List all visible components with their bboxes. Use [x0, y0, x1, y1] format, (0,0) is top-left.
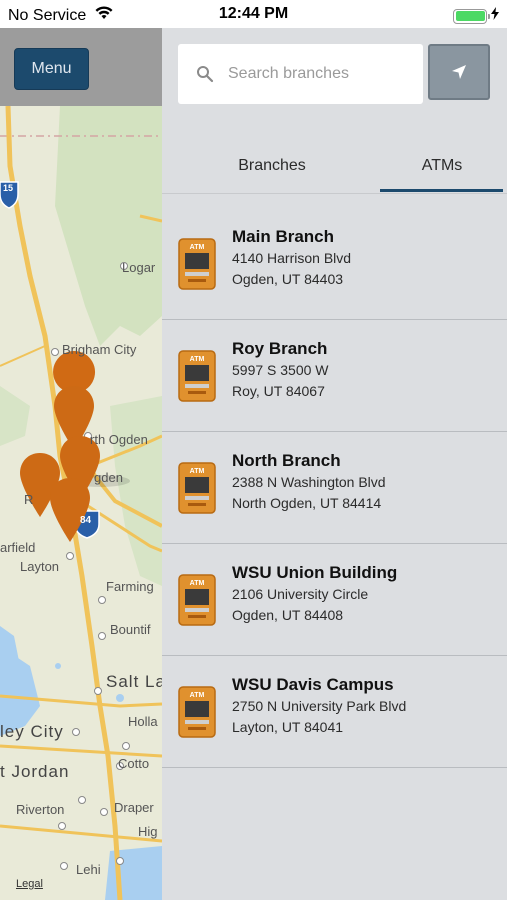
location-city: Ogden, UT 84408 [232, 607, 344, 623]
legal-link[interactable]: Legal [16, 878, 43, 890]
svg-text:ATM: ATM [190, 468, 205, 475]
highway-label: 84 [80, 515, 92, 526]
location-street: 2750 N University Park Blvd [232, 698, 407, 714]
location-arrow-icon [452, 65, 466, 79]
list-item-text: WSU Union Building 2106 University Circl… [232, 562, 397, 626]
map-label: Riverton [16, 802, 65, 817]
list-item[interactable]: ATM Roy Branch 5997 S 3500 W Roy, UT 840… [162, 320, 507, 432]
search-input[interactable] [228, 65, 418, 83]
location-street: 2388 N Washington Blvd [232, 474, 386, 490]
map-label: rth Ogden [90, 432, 148, 447]
list-item-text: North Branch 2388 N Washington Blvd Nort… [232, 450, 386, 514]
map-top-overlay: Menu [0, 28, 162, 106]
list-item-text: Roy Branch 5997 S 3500 W Roy, UT 84067 [232, 338, 329, 402]
map-label: R [24, 492, 34, 507]
map-label: Bountif [110, 622, 151, 637]
location-panel: Branches ATMs ATM Main Branch 4140 Harri… [162, 28, 507, 900]
map-label: Hig [138, 824, 158, 839]
location-street: 4140 Harrison Blvd [232, 250, 352, 266]
menu-button[interactable]: Menu [14, 48, 89, 90]
locate-button[interactable] [428, 44, 490, 100]
list-item[interactable]: ATM WSU Union Building 2106 University C… [162, 544, 507, 656]
status-right [453, 7, 499, 25]
list-item-text: Main Branch 4140 Harrison Blvd Ogden, UT… [232, 226, 351, 290]
location-city: Ogden, UT 84403 [232, 271, 344, 287]
location-name: Roy Branch [232, 339, 328, 358]
map-label: Lehi [76, 862, 101, 877]
map-label: Cotto [118, 756, 150, 771]
map-pin[interactable] [48, 476, 92, 544]
clock: 12:44 PM [218, 5, 289, 22]
map-label: Farming [106, 579, 154, 594]
active-tab-indicator [380, 189, 503, 192]
tab-atms[interactable]: ATMs [382, 138, 502, 194]
status-bar: No Service 12:44 PM [0, 0, 507, 28]
svg-text:ATM: ATM [190, 244, 205, 251]
location-city: North Ogden, UT 84414 [232, 495, 382, 511]
map-label: arfield [0, 540, 36, 555]
location-name: Main Branch [232, 227, 335, 246]
map-label: ley City [0, 722, 64, 741]
svg-text:ATM: ATM [190, 356, 205, 363]
list-item-text: WSU Davis Campus 2750 N University Park … [232, 674, 406, 738]
magnifier-icon [197, 66, 214, 83]
location-name: WSU Davis Campus [232, 675, 394, 694]
highway-label: 15 [3, 183, 14, 193]
charging-bolt-icon [491, 7, 499, 25]
map-view[interactable]: Menu Logar Brigham City rth Ogden gden R… [0, 28, 162, 900]
map-label: Salt La [106, 672, 162, 691]
map-label: Logar [122, 260, 156, 275]
map-label: Layton [20, 559, 60, 574]
map-label: t Jordan [0, 762, 70, 781]
location-name: WSU Union Building [232, 563, 398, 582]
list-item[interactable]: ATM North Branch 2388 N Washington Blvd … [162, 432, 507, 544]
location-city: Roy, UT 84067 [232, 383, 325, 399]
map-label: Draper [114, 800, 154, 815]
svg-text:ATM: ATM [190, 692, 205, 699]
location-street: 5997 S 3500 W [232, 362, 329, 378]
search-box[interactable] [178, 44, 423, 104]
map-label: gden [94, 470, 123, 485]
map-label: Holla [128, 714, 158, 729]
tab-branches[interactable]: Branches [162, 138, 382, 194]
list-item[interactable]: ATM Main Branch 4140 Harrison Blvd Ogden… [162, 208, 507, 320]
location-city: Layton, UT 84041 [232, 719, 344, 735]
battery-icon [453, 8, 490, 24]
atm-machine-icon: ATM [178, 238, 216, 290]
atm-machine-icon: ATM [178, 686, 216, 738]
list-item[interactable]: ATM WSU Davis Campus 2750 N University P… [162, 656, 507, 768]
atm-machine-icon: ATM [178, 462, 216, 514]
tab-bar: Branches ATMs [162, 138, 507, 194]
map-label: Brigham City [62, 342, 137, 357]
location-name: North Branch [232, 451, 341, 470]
location-list: ATM Main Branch 4140 Harrison Blvd Ogden… [162, 208, 507, 768]
location-street: 2106 University Circle [232, 586, 369, 602]
svg-text:ATM: ATM [190, 580, 205, 587]
atm-machine-icon: ATM [178, 350, 216, 402]
atm-machine-icon: ATM [178, 574, 216, 626]
